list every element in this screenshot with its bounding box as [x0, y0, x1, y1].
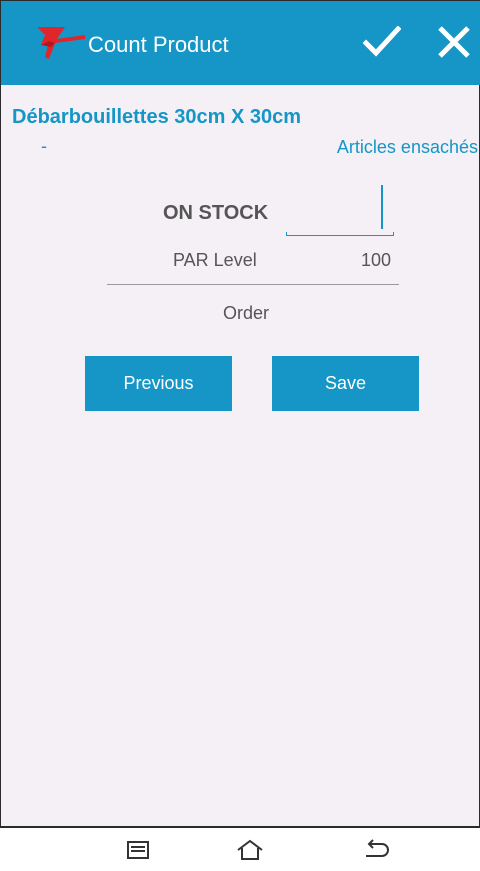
app-bar: Count Product	[1, 0, 480, 85]
on-stock-label: ON STOCK	[163, 202, 269, 224]
divider	[107, 284, 399, 285]
on-stock-input-underline	[286, 232, 394, 236]
product-code: -	[41, 136, 47, 156]
back-icon	[362, 838, 390, 866]
previous-button[interactable]: Previous	[85, 356, 232, 411]
product-category: Articles ensachés	[336, 137, 478, 157]
par-level-value: 100	[361, 250, 392, 270]
checkmark-icon	[362, 24, 402, 63]
on-stock-input[interactable]	[285, 183, 393, 235]
menu-icon	[126, 840, 150, 864]
product-name: Débarbouillettes 30cm X 30cm	[12, 106, 302, 128]
confirm-button[interactable]	[357, 19, 407, 69]
arrow-logo-icon	[35, 25, 87, 61]
save-button[interactable]: Save	[272, 356, 419, 411]
screen: Count Product Débarbouillettes 30cm X 30…	[0, 0, 480, 871]
close-button[interactable]	[429, 19, 479, 69]
home-icon	[235, 839, 265, 866]
nav-home-button[interactable]	[220, 836, 280, 868]
order-label: Order	[223, 303, 270, 323]
app-frame: Count Product Débarbouillettes 30cm X 30…	[0, 0, 480, 828]
close-icon	[437, 25, 471, 64]
app-title: Count Product	[88, 32, 229, 57]
text-cursor	[381, 185, 383, 229]
nav-back-button[interactable]	[346, 836, 406, 868]
system-nav-bar	[0, 830, 480, 871]
par-level-label: PAR Level	[173, 250, 257, 270]
nav-menu-button[interactable]	[108, 836, 168, 868]
